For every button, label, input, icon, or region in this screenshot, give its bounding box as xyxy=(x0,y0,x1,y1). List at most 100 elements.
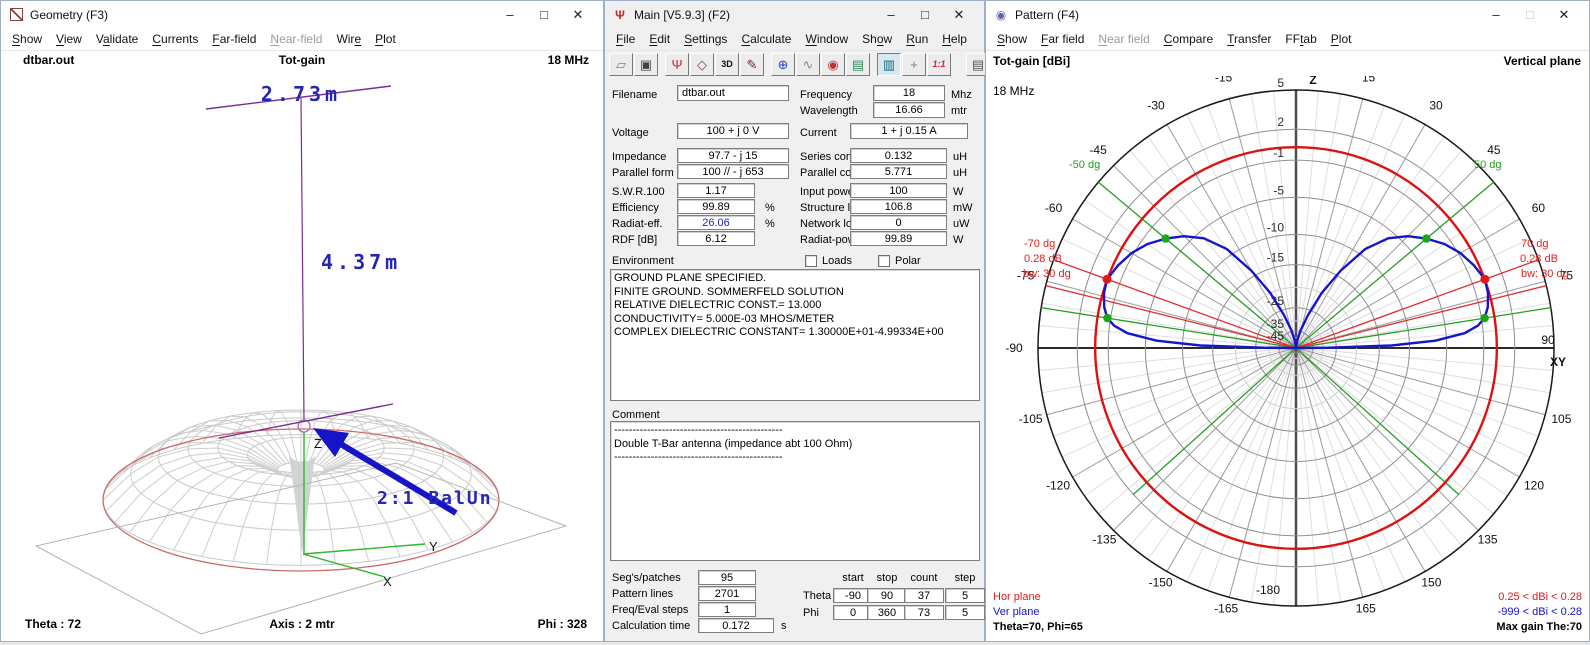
minimize-button[interactable]: – xyxy=(1479,1,1513,28)
left-rdf-db--field[interactable]: 6.12 xyxy=(677,231,755,246)
right-series-comp--unit: uH xyxy=(953,151,967,163)
sweep-row-phi: Phi xyxy=(803,607,819,619)
main-menu-help[interactable]: Help xyxy=(935,30,974,48)
wavelength-label: Wavelength xyxy=(800,105,858,117)
svg-text:-30: -30 xyxy=(1147,99,1165,113)
main-menu-settings[interactable]: Settings xyxy=(677,30,734,48)
window-copy-button[interactable]: ▣ xyxy=(634,53,658,76)
legend-ver-plane: Ver plane xyxy=(993,606,1039,618)
left-impedance-field[interactable]: 97.7 - j 15 xyxy=(677,148,789,163)
main-window-title: Main [V5.9.3] (F2) xyxy=(634,8,730,22)
right-series-comp--field[interactable]: 0.132 xyxy=(850,148,947,163)
left-efficiency-field[interactable]: 99.89 xyxy=(677,199,755,214)
svg-text:bw: 30 dg: bw: 30 dg xyxy=(1521,268,1569,280)
color-books-button[interactable]: ▤ xyxy=(846,53,870,76)
compass-button[interactable]: + xyxy=(902,53,926,76)
maximize-button[interactable]: □ xyxy=(1513,1,1547,28)
pattern-menu-far-field[interactable]: Far field xyxy=(1034,30,1091,48)
filename-field[interactable]: dtbar.out xyxy=(677,85,789,101)
environment-line: GROUND PLANE SPECIFIED. xyxy=(611,272,979,286)
edit-nec-button[interactable]: ✎ xyxy=(740,53,764,76)
right-input-power-field[interactable]: 100 xyxy=(850,183,947,198)
pattern-title-left: Tot-gain [dBi] xyxy=(993,54,1070,68)
loads-checkbox[interactable] xyxy=(805,255,817,267)
wavelength-unit: mtr xyxy=(951,105,967,117)
antenna-button[interactable]: Ψ xyxy=(665,53,689,76)
pattern-menu-transfer[interactable]: Transfer xyxy=(1220,30,1278,48)
current-field[interactable]: 1 + j 0.15 A xyxy=(850,123,968,139)
pattern-menu-compare[interactable]: Compare xyxy=(1157,30,1220,48)
sweep-theta-stop[interactable]: 90 xyxy=(867,588,907,603)
maximize-button[interactable]: □ xyxy=(908,1,942,28)
pattern-menubar: ShowFar fieldNear fieldCompareTransferFF… xyxy=(986,28,1589,51)
main-titlebar[interactable]: Ψ Main [V5.9.3] (F2) – □ ✕ xyxy=(605,1,984,28)
pattern-lines-field[interactable]: 2701 xyxy=(698,586,756,601)
left-s-w-r-100-field[interactable]: 1.17 xyxy=(677,183,755,198)
polar-pattern-button[interactable]: ◉ xyxy=(821,53,845,76)
environment-label: Environment xyxy=(612,255,674,267)
close-button[interactable]: ✕ xyxy=(942,1,976,28)
main-menu-edit[interactable]: Edit xyxy=(642,30,677,48)
svg-text:15: 15 xyxy=(1362,76,1376,85)
main-menu-show[interactable]: Show xyxy=(855,30,899,48)
far-field-button[interactable]: ⊕ xyxy=(771,53,795,76)
cursor-readout: Theta=70, Phi=65 xyxy=(993,621,1083,633)
wavelength-field[interactable]: 16.66 xyxy=(873,102,945,118)
svg-text:-60: -60 xyxy=(1045,201,1063,215)
sweep-phi-stop[interactable]: 360 xyxy=(867,605,907,620)
left-radiat-eff--field[interactable]: 26.06 xyxy=(677,215,755,230)
one-to-one-button[interactable]: 1:1 xyxy=(927,53,951,76)
pattern-frequency: 18 MHz xyxy=(993,84,1034,98)
sweep-theta-count[interactable]: 37 xyxy=(904,588,944,603)
close-button[interactable]: ✕ xyxy=(1547,1,1581,28)
sweep-theta-step[interactable]: 5 xyxy=(945,588,985,603)
status-axis: Axis : 2 mtr xyxy=(1,617,603,631)
left-efficiency-unit: % xyxy=(765,202,775,214)
pattern-menu-fftab[interactable]: FFtab xyxy=(1278,30,1323,48)
geometry-3d-view[interactable]: 2.73m 4.37m 2:1 BalUn Z X Y xyxy=(1,71,603,611)
3d-view-button[interactable]: 3D xyxy=(715,53,739,76)
environment-line: CONDUCTIVITY= 5.000E-03 MHOS/METER xyxy=(611,313,979,327)
freq-eval-steps-field[interactable]: 1 xyxy=(698,602,756,617)
environment-textbox[interactable]: GROUND PLANE SPECIFIED.FINITE GROUND. SO… xyxy=(610,269,980,401)
voltage-field[interactable]: 100 + j 0 V xyxy=(677,123,789,139)
pattern-titlebar[interactable]: ◉ Pattern (F4) – □ ✕ xyxy=(986,1,1589,28)
right-network-loss-field[interactable]: 0 xyxy=(850,215,947,230)
calculation-time-field[interactable]: 0.172 xyxy=(698,618,774,633)
right-structure-loss-unit: mW xyxy=(953,202,973,214)
sweep-phi-step[interactable]: 5 xyxy=(945,605,985,620)
open-file-button[interactable]: ▱ xyxy=(609,53,633,76)
polar-pattern-icon: ◉ xyxy=(827,58,838,71)
filename-label: Filename xyxy=(612,89,657,101)
main-menu-file[interactable]: File xyxy=(609,30,642,48)
notebook-button[interactable]: ▥ xyxy=(877,53,901,76)
main-menu-calculate[interactable]: Calculate xyxy=(734,30,798,48)
right-radiat-power-field[interactable]: 99.89 xyxy=(850,231,947,246)
polar-plot[interactable]: 52-1-5-10-15-25-35-45-165-150-135-120-10… xyxy=(986,76,1590,643)
left-parallel-form-field[interactable]: 100 // - j 653 xyxy=(677,164,789,179)
main-menu-window[interactable]: Window xyxy=(798,30,855,48)
sweep-phi-count[interactable]: 73 xyxy=(904,605,944,620)
antenna-icon: Ψ xyxy=(613,8,627,22)
seg-s-patches-field[interactable]: 95 xyxy=(698,570,756,585)
svg-text:-15: -15 xyxy=(1267,251,1285,265)
pattern-menu-show[interactable]: Show xyxy=(990,30,1034,48)
main-menu-run[interactable]: Run xyxy=(899,30,935,48)
minimize-button[interactable]: – xyxy=(874,1,908,28)
pattern-menu-plot[interactable]: Plot xyxy=(1324,30,1359,48)
geometry-view-button[interactable]: ◇ xyxy=(690,53,714,76)
line-chart-button[interactable]: ∿ xyxy=(796,53,820,76)
line-chart-icon: ∿ xyxy=(803,58,814,71)
svg-text:50 dg: 50 dg xyxy=(1474,159,1502,171)
frequency-field[interactable]: 18 xyxy=(873,85,945,101)
svg-text:60: 60 xyxy=(1532,201,1546,215)
svg-text:2: 2 xyxy=(1277,115,1284,129)
comment-textbox[interactable]: ----------------------------------------… xyxy=(610,421,980,561)
svg-text:Z: Z xyxy=(1309,76,1316,87)
right-structure-loss-field[interactable]: 106.8 xyxy=(850,199,947,214)
polar-checkbox[interactable] xyxy=(878,255,890,267)
left-rdf-db--label: RDF [dB] xyxy=(612,234,657,246)
pattern-menu-near-field[interactable]: Near field xyxy=(1091,30,1156,48)
freq-eval-steps-label: Freq/Eval steps xyxy=(612,604,688,616)
right-parallel-comp--field[interactable]: 5.771 xyxy=(850,164,947,179)
